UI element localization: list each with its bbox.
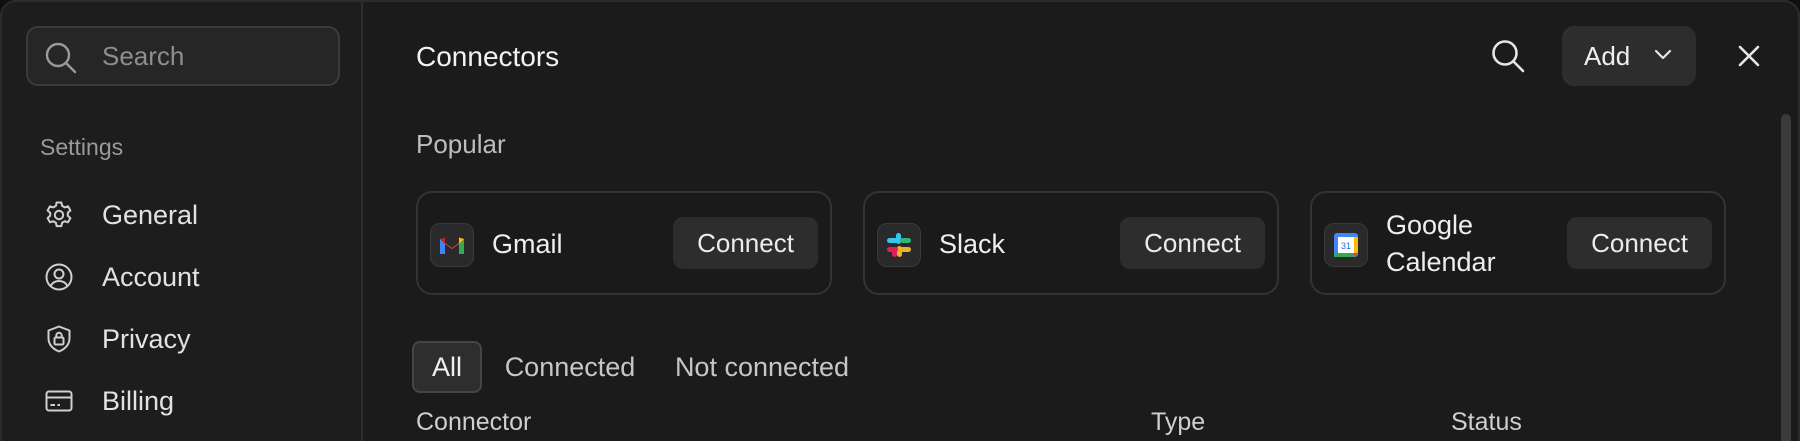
popular-section-label: Popular <box>416 129 506 159</box>
sidebar-item-general[interactable]: General <box>26 188 340 242</box>
gmail-icon <box>430 223 474 267</box>
connectors-panel: Connectors Add Popular Gmail Connect Sla… <box>365 2 1798 441</box>
credit-card-icon <box>45 390 73 412</box>
connector-name: Slack <box>939 229 1006 259</box>
column-header-connector: Connector <box>416 408 532 436</box>
sidebar-item-label: Billing <box>102 386 175 416</box>
user-circle-icon <box>45 263 73 291</box>
gear-icon <box>46 201 72 228</box>
scrollbar[interactable] <box>1781 114 1791 441</box>
tab-connected[interactable]: Connected <box>495 341 645 393</box>
column-header-status: Status <box>1451 408 1522 436</box>
chevron-down-icon <box>1654 49 1672 60</box>
sidebar-item-label: Privacy <box>102 324 191 354</box>
search-icon[interactable] <box>1490 38 1526 74</box>
tab-not-connected[interactable]: Not connected <box>665 341 859 393</box>
connector-card-slack: Slack Connect <box>863 191 1279 295</box>
connect-gmail-button[interactable]: Connect <box>673 217 818 269</box>
tab-all[interactable]: All <box>412 341 482 393</box>
search-icon <box>45 42 77 74</box>
connector-card-google-calendar: 31 Google Calendar Connect <box>1310 191 1726 295</box>
shield-lock-icon <box>47 325 71 353</box>
add-button-label: Add <box>1584 41 1631 71</box>
sidebar-item-label: General <box>102 200 199 230</box>
connector-name-line-2: Calendar <box>1386 247 1496 277</box>
settings-section-label: Settings <box>40 134 124 160</box>
sidebar-item-billing[interactable]: Billing <box>26 374 340 428</box>
connector-card-gmail: Gmail Connect <box>416 191 832 295</box>
google-calendar-icon: 31 <box>1324 223 1368 267</box>
connect-google-calendar-button[interactable]: Connect <box>1567 217 1712 269</box>
add-button[interactable]: Add <box>1562 26 1696 86</box>
sidebar-search[interactable] <box>26 26 340 86</box>
column-header-type: Type <box>1151 408 1206 436</box>
sidebar-item-privacy[interactable]: Privacy <box>26 312 340 366</box>
close-icon[interactable] <box>1733 40 1765 72</box>
sidebar-item-account[interactable]: Account <box>26 250 340 304</box>
sidebar: Settings General Account Privacy <box>2 2 363 441</box>
connector-name: Gmail <box>492 229 563 259</box>
sidebar-item-label: Account <box>102 262 200 292</box>
settings-window: Settings General Account Privacy <box>0 0 1800 441</box>
search-input[interactable] <box>102 36 322 76</box>
connect-slack-button[interactable]: Connect <box>1120 217 1265 269</box>
slack-icon <box>877 223 921 267</box>
page-title: Connectors <box>416 41 560 72</box>
connector-name-line-1: Google <box>1386 210 1474 240</box>
calendar-day-number: 31 <box>1341 241 1351 251</box>
